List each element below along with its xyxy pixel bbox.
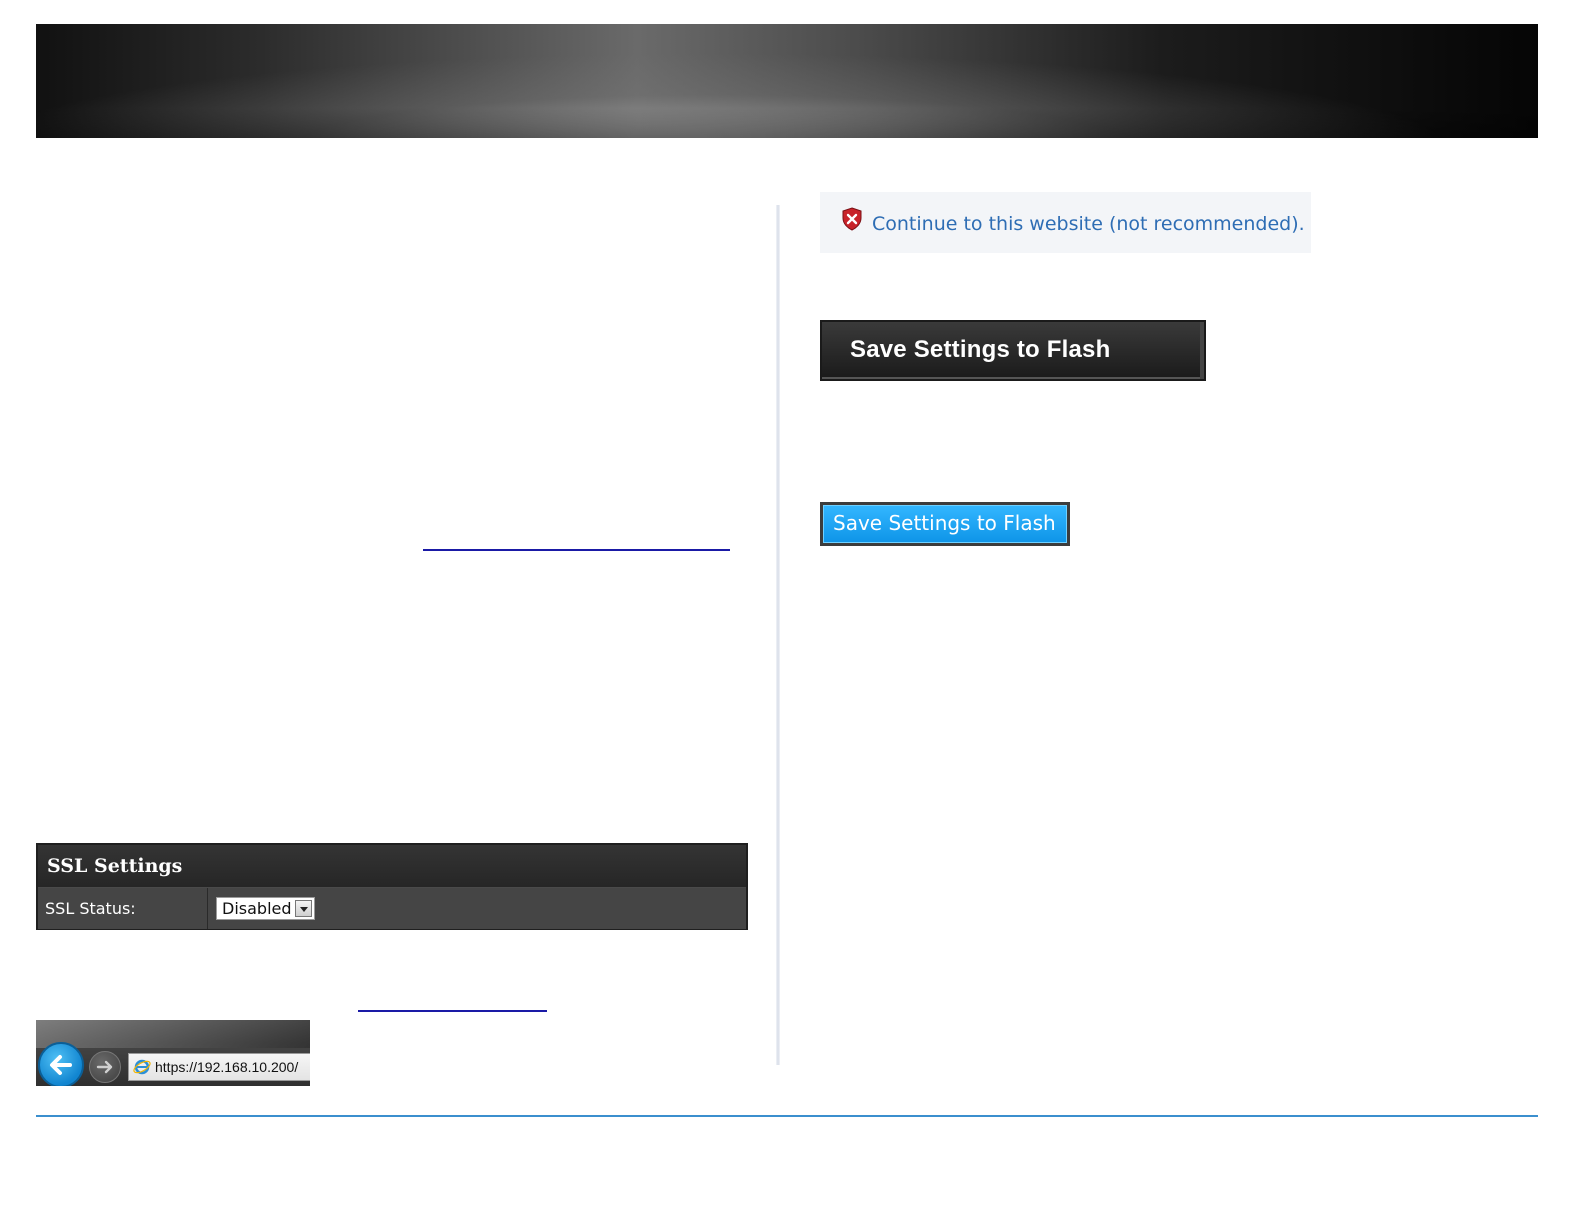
ssl-status-select[interactable]: Disabled — [216, 897, 315, 920]
ssl-settings-panel: SSL Settings SSL Status: Disabled — [36, 843, 748, 930]
continue-to-website-link[interactable]: Continue to this website (not recommende… — [872, 213, 1305, 235]
ssl-settings-title: SSL Settings — [38, 845, 746, 888]
shield-error-icon — [842, 206, 862, 231]
internet-explorer-icon — [133, 1059, 151, 1075]
browser-navigation-bar: https://192.168.10.200/ — [36, 1020, 310, 1086]
hyperlink-underline[interactable] — [423, 549, 730, 551]
save-settings-to-flash-button-frame: Save Settings to Flash — [820, 502, 1070, 546]
save-settings-to-flash-button-dark[interactable]: Save Settings to Flash — [820, 320, 1206, 381]
back-button[interactable] — [38, 1042, 84, 1086]
continue-to-website-panel: Continue to this website (not recommende… — [820, 192, 1311, 253]
ssl-status-row: SSL Status: Disabled — [38, 888, 746, 929]
hyperlink-underline[interactable] — [358, 1010, 547, 1012]
arrow-right-icon — [96, 1060, 113, 1074]
column-divider — [776, 205, 780, 1065]
save-settings-to-flash-button-blue[interactable]: Save Settings to Flash — [823, 505, 1067, 543]
ssl-status-cell: Disabled — [208, 888, 315, 929]
arrow-left-icon — [50, 1055, 72, 1075]
address-bar[interactable]: https://192.168.10.200/ — [128, 1053, 310, 1081]
ssl-status-label: SSL Status: — [38, 888, 208, 929]
address-bar-url: https://192.168.10.200/ — [155, 1059, 299, 1075]
forward-button[interactable] — [89, 1051, 121, 1083]
ssl-status-selected-value: Disabled — [222, 899, 292, 918]
dropdown-arrow-icon[interactable] — [295, 900, 312, 917]
header-banner — [36, 24, 1538, 138]
footer-rule — [36, 1115, 1538, 1117]
